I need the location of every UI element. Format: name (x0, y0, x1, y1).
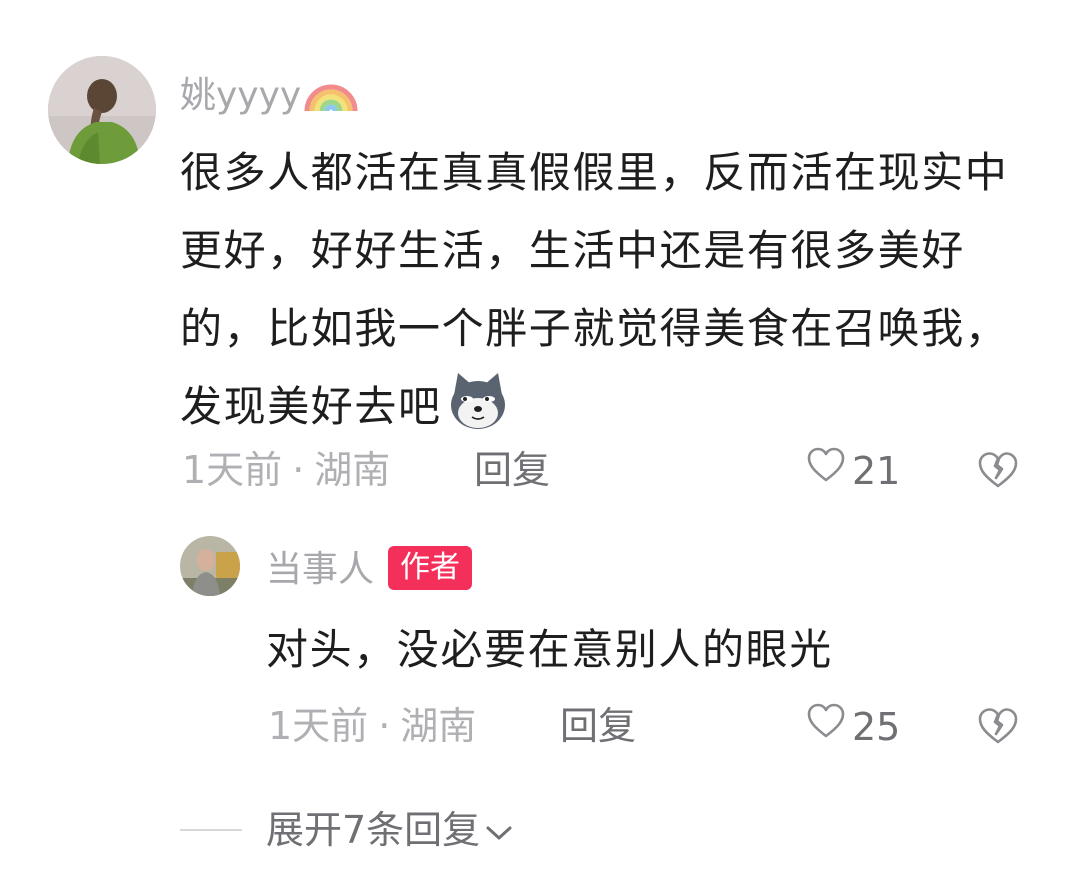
like-button[interactable]: 21 (806, 446, 900, 495)
comment-body: 很多人都活在真真假假里，反而活在现实中更好，好好生活，生活中还是有很多美好的，比… (180, 148, 1009, 431)
reply-text: 对头，没必要在意别人的眼光 (266, 625, 833, 674)
reply-dislike-button[interactable] (977, 706, 1019, 750)
like-count: 21 (852, 448, 901, 493)
reply-location: 湖南 (400, 704, 477, 748)
meta-separator: · (292, 448, 305, 492)
expand-divider (180, 829, 242, 831)
comment-text: 很多人都活在真真假假里，反而活在现实中更好，好好生活，生活中还是有很多美好的，比… (180, 134, 1010, 446)
author-badge: 作者 (388, 546, 473, 590)
doge-emoji (446, 369, 510, 433)
dislike-button[interactable] (977, 450, 1019, 494)
comment-location: 湖南 (314, 448, 391, 492)
username-text: 姚yyyy (180, 75, 302, 116)
comment-username[interactable]: 姚yyyy (180, 72, 359, 120)
reply-username[interactable]: 当事人 作者 (266, 545, 473, 595)
heart-outline-icon (806, 446, 846, 495)
reply-meta: 1天前 · 湖南 (268, 702, 476, 750)
reply-like-count: 25 (852, 704, 901, 749)
reply-username-text: 当事人 (266, 549, 375, 590)
meta-separator: · (378, 704, 391, 748)
broken-heart-icon (977, 452, 1019, 494)
comment-time: 1天前 (182, 448, 283, 492)
avatar[interactable] (48, 56, 156, 164)
broken-heart-icon (977, 708, 1019, 750)
heart-outline-icon (806, 702, 846, 751)
reply-time: 1天前 (268, 704, 369, 748)
expand-label: 展开7条回复 (266, 808, 481, 852)
chevron-down-icon (484, 806, 514, 854)
reply-avatar[interactable] (180, 536, 240, 596)
expand-replies-button[interactable]: 展开7条回复 (266, 806, 514, 854)
reply-reply-button[interactable]: 回复 (560, 702, 636, 750)
reply-button[interactable]: 回复 (474, 446, 550, 494)
reply-like-button[interactable]: 25 (806, 702, 900, 751)
comment-meta: 1天前 · 湖南 (182, 446, 390, 494)
rainbow-emoji (303, 75, 359, 113)
